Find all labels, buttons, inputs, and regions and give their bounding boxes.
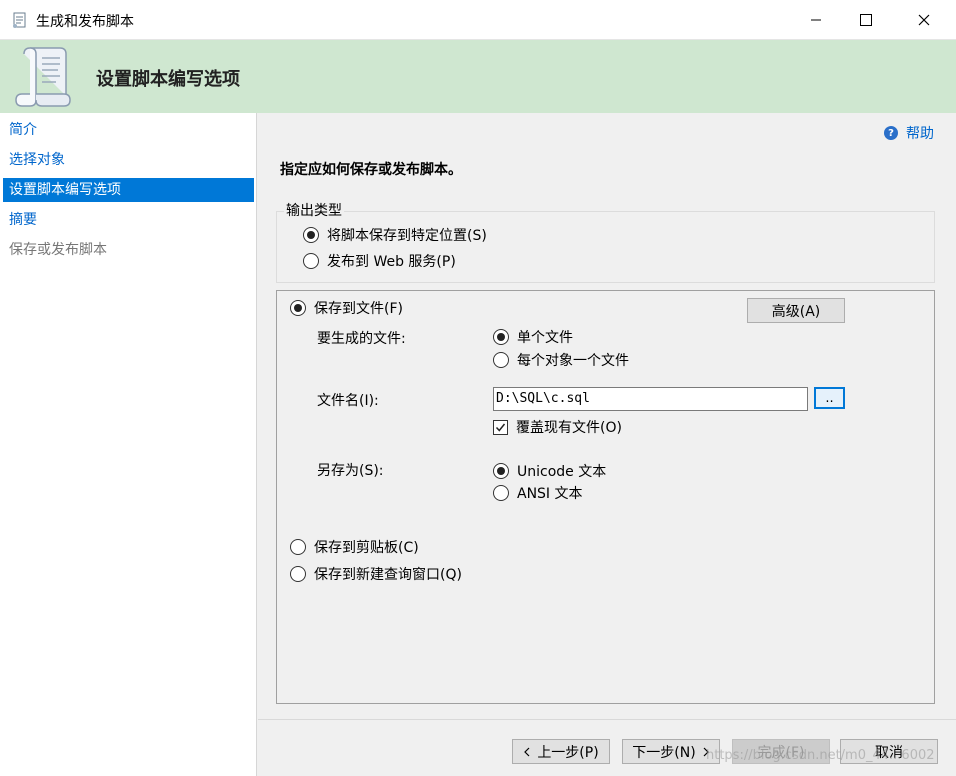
radio-indicator[interactable] xyxy=(493,485,509,501)
output-type-legend: 输出类型 xyxy=(284,200,344,220)
radio-indicator[interactable] xyxy=(493,463,509,479)
radio-label: 保存到新建查询窗口(Q) xyxy=(314,567,462,583)
page-title: 设置脚本编写选项 xyxy=(96,69,240,90)
browse-button[interactable]: .. xyxy=(814,387,845,409)
close-icon xyxy=(918,14,930,26)
wizard-nav: 简介 选择对象 设置脚本编写选项 摘要 保存或发布脚本 xyxy=(0,113,257,776)
radio-save-to-location[interactable]: 将脚本保存到特定位置(S) xyxy=(303,225,487,245)
radio-indicator[interactable] xyxy=(493,329,509,345)
overwrite-checkbox[interactable]: 覆盖现有文件(O) xyxy=(493,417,622,437)
radio-label: 每个对象一个文件 xyxy=(517,353,629,369)
previous-button[interactable]: 上一步(P) xyxy=(512,739,610,764)
next-label: 下一步(N) xyxy=(632,744,696,761)
minimize-icon xyxy=(811,19,821,21)
radio-single-file[interactable]: 单个文件 xyxy=(493,327,573,347)
script-app-icon xyxy=(13,12,26,28)
radio-indicator[interactable] xyxy=(303,227,319,243)
filename-input[interactable]: D:\SQL\c.sql xyxy=(493,387,808,411)
footer-separator xyxy=(258,719,956,720)
output-type-group xyxy=(276,211,935,283)
wizard-header: 设置脚本编写选项 xyxy=(0,40,956,113)
radio-file-per-object[interactable]: 每个对象一个文件 xyxy=(493,350,629,370)
instruction-text: 指定应如何保存或发布脚本。 xyxy=(280,162,462,178)
nav-item-summary[interactable]: 摘要 xyxy=(3,208,254,232)
radio-label: 将脚本保存到特定位置(S) xyxy=(327,228,487,244)
radio-label: ANSI 文本 xyxy=(517,486,583,502)
filename-label: 文件名(I): xyxy=(317,393,379,409)
radio-unicode[interactable]: Unicode 文本 xyxy=(493,461,606,481)
help-link[interactable]: ? 帮助 xyxy=(884,123,934,143)
window-title: 生成和发布脚本 xyxy=(36,14,134,30)
title-bar: 生成和发布脚本 xyxy=(0,0,956,40)
save-as-label: 另存为(S): xyxy=(317,463,384,479)
script-scroll-icon xyxy=(15,47,71,107)
help-label: 帮助 xyxy=(906,126,934,142)
radio-label: 单个文件 xyxy=(517,330,573,346)
close-button[interactable] xyxy=(896,0,952,40)
watermark-text: https://blog.csdn.net/m0_44...6002 xyxy=(706,748,935,763)
nav-item-intro[interactable]: 简介 xyxy=(3,118,254,142)
radio-save-to-clipboard[interactable]: 保存到剪贴板(C) xyxy=(290,537,419,557)
advanced-button[interactable]: 高级(A) xyxy=(747,298,845,323)
nav-item-choose-objects[interactable]: 选择对象 xyxy=(3,148,254,172)
checkbox-indicator[interactable] xyxy=(493,419,508,435)
nav-item-save-or-publish: 保存或发布脚本 xyxy=(9,242,107,258)
radio-save-to-file[interactable]: 保存到文件(F) xyxy=(290,298,403,318)
radio-indicator[interactable] xyxy=(290,300,306,316)
radio-indicator[interactable] xyxy=(493,352,509,368)
help-icon: ? xyxy=(884,126,898,140)
checkbox-label: 覆盖现有文件(O) xyxy=(516,420,622,436)
radio-indicator[interactable] xyxy=(290,539,306,555)
radio-label: 保存到剪贴板(C) xyxy=(314,540,419,556)
minimize-button[interactable] xyxy=(788,0,844,40)
checkmark-icon xyxy=(495,423,506,432)
maximize-button[interactable] xyxy=(838,0,894,40)
radio-save-to-new-query[interactable]: 保存到新建查询窗口(Q) xyxy=(290,564,462,584)
radio-label: 保存到文件(F) xyxy=(314,301,403,317)
radio-ansi[interactable]: ANSI 文本 xyxy=(493,483,583,503)
nav-item-scripting-options[interactable]: 设置脚本编写选项 xyxy=(3,178,254,202)
radio-publish-web[interactable]: 发布到 Web 服务(P) xyxy=(303,251,456,271)
files-to-generate-label: 要生成的文件: xyxy=(317,331,406,347)
radio-indicator[interactable] xyxy=(290,566,306,582)
previous-label: 上一步(P) xyxy=(537,744,599,761)
maximize-icon xyxy=(860,14,872,26)
chevron-left-icon xyxy=(524,747,530,756)
radio-label: 发布到 Web 服务(P) xyxy=(327,254,456,270)
radio-label: Unicode 文本 xyxy=(517,464,607,480)
radio-indicator[interactable] xyxy=(303,253,319,269)
